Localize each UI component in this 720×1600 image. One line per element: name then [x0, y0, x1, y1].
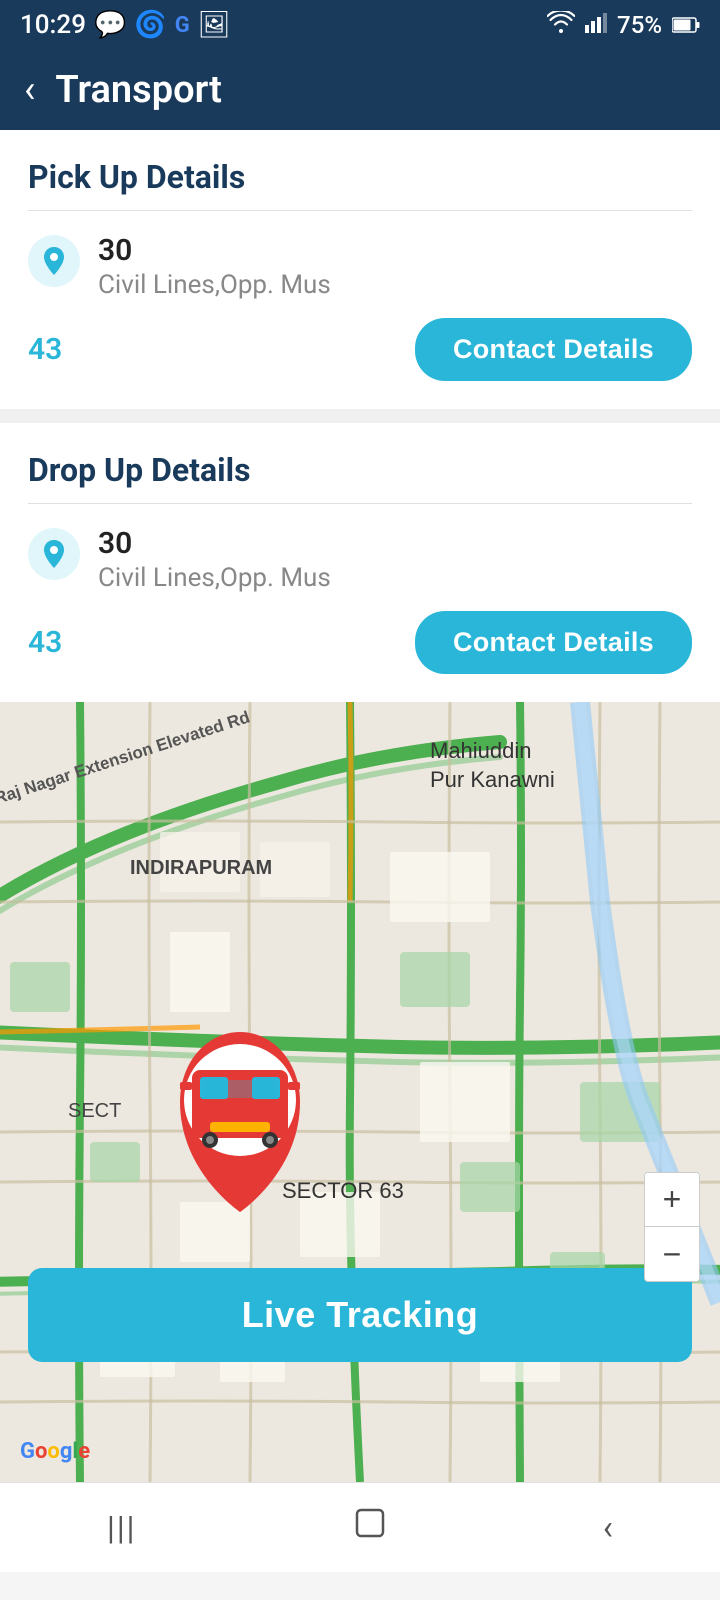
map-label-mahiuddin: MahiuddinPur Kanawni [430, 737, 555, 794]
status-bar: 10:29 💬 🌀 G 🖼 75% [0, 0, 720, 50]
dropup-action-row: 43 Contact Details [28, 611, 692, 674]
dropup-location-info: 30 Civil Lines,Opp. Mus [98, 526, 331, 593]
pickup-location-number: 30 [98, 233, 331, 268]
map-label-indirapuram: INDIRAPURAM [130, 857, 272, 880]
dropup-section-title: Drop Up Details [28, 451, 692, 489]
map-label-sect: SECT [68, 1100, 121, 1123]
battery-display: 75% [617, 11, 662, 39]
dropup-section: Drop Up Details 30 Civil Lines,Opp. Mus … [0, 423, 720, 702]
time-display: 10:29 [20, 10, 86, 40]
navigation-bar: ||| ‹ [0, 1482, 720, 1572]
pickup-section-title: Pick Up Details [28, 158, 692, 196]
pickup-location-icon [28, 235, 80, 287]
map-container: INDIRAPURAM MahiuddinPur Kanawni SECTOR … [0, 702, 720, 1482]
pickup-section: Pick Up Details 30 Civil Lines,Opp. Mus … [0, 130, 720, 409]
dropup-contact-button[interactable]: Contact Details [415, 611, 692, 674]
nav-home-icon[interactable] [351, 1504, 389, 1551]
wind-icon: 🌀 [134, 10, 166, 40]
gallery-icon: 🖼 [198, 10, 231, 40]
pickup-location-row: 30 Civil Lines,Opp. Mus [28, 233, 692, 300]
pickup-divider [28, 210, 692, 211]
section-separator-1 [0, 409, 720, 423]
map-zoom-controls: + − [644, 1172, 700, 1282]
back-button[interactable]: ‹ [24, 68, 35, 112]
zoom-in-button[interactable]: + [645, 1173, 699, 1227]
bus-map-marker [160, 1012, 320, 1212]
nav-back-icon[interactable]: ‹ [603, 1508, 613, 1548]
google-icon: G [175, 13, 190, 38]
google-logo: Google [20, 1439, 90, 1464]
pickup-contact-button[interactable]: Contact Details [415, 318, 692, 381]
main-content: Pick Up Details 30 Civil Lines,Opp. Mus … [0, 130, 720, 1482]
dropup-location-icon [28, 528, 80, 580]
dropup-stop-number: 43 [28, 625, 62, 660]
nav-recent-apps-icon[interactable]: ||| [107, 1509, 136, 1547]
status-right: 75% [547, 11, 700, 39]
live-tracking-button[interactable]: Live Tracking [28, 1268, 692, 1362]
page-title: Transport [55, 68, 222, 112]
pickup-stop-number: 43 [28, 332, 62, 367]
status-left: 10:29 💬 🌀 G 🖼 [20, 10, 231, 40]
dropup-divider [28, 503, 692, 504]
zoom-out-button[interactable]: − [645, 1227, 699, 1281]
pickup-location-info: 30 Civil Lines,Opp. Mus [98, 233, 331, 300]
signal-icon [585, 11, 607, 39]
message-icon: 💬 [94, 10, 126, 40]
pickup-location-address: Civil Lines,Opp. Mus [98, 270, 331, 300]
dropup-location-number: 30 [98, 526, 331, 561]
pickup-action-row: 43 Contact Details [28, 318, 692, 381]
wifi-icon [547, 11, 575, 39]
map-background [0, 702, 720, 1482]
battery-icon [672, 11, 700, 39]
app-header: ‹ Transport [0, 50, 720, 130]
dropup-location-address: Civil Lines,Opp. Mus [98, 563, 331, 593]
dropup-location-row: 30 Civil Lines,Opp. Mus [28, 526, 692, 593]
